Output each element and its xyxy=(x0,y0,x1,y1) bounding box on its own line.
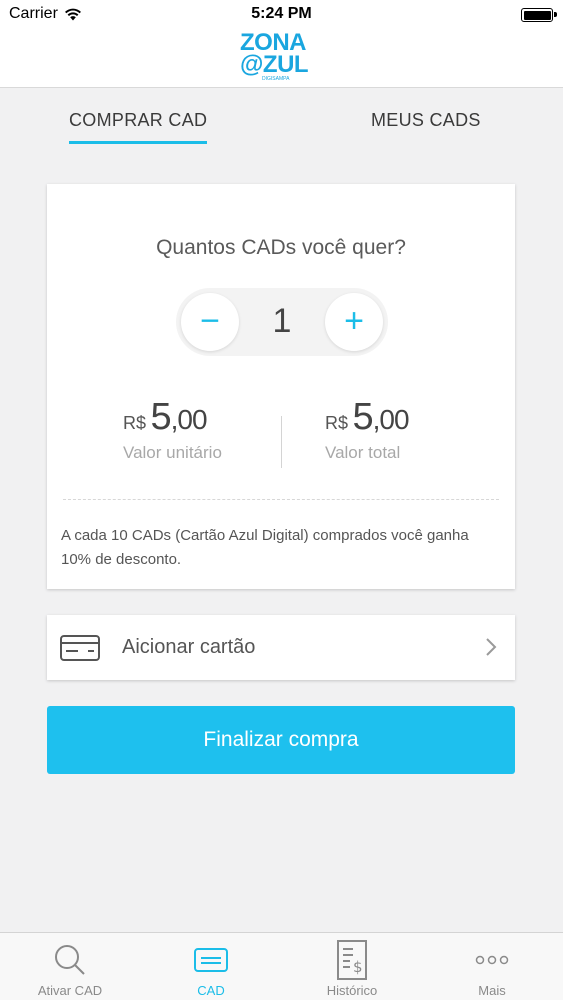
svg-text:$: $ xyxy=(353,958,363,976)
tabbar-item-mais[interactable]: Mais xyxy=(422,933,562,1000)
total-price-currency: R$ xyxy=(325,413,349,433)
unit-price-label: Valor unitário xyxy=(123,443,222,462)
zona-azul-logo: ZONA @ZUL DIGISAMPA xyxy=(240,30,324,84)
card-icon xyxy=(194,948,228,972)
finalize-purchase-button[interactable]: Finalizar compra xyxy=(47,706,515,774)
tab-comprar-cad[interactable]: COMPRAR CAD xyxy=(69,110,208,144)
price-divider xyxy=(281,416,282,468)
add-card-label: Aicionar cartão xyxy=(122,636,256,658)
tabbar-label-ativar-cad: Ativar CAD xyxy=(37,983,103,998)
chevron-right-icon xyxy=(486,638,497,656)
unit-price-integer: 5 xyxy=(150,396,171,438)
total-price-decimal: ,00 xyxy=(372,404,410,435)
unit-price: R$ 5,00 Valor unitário xyxy=(123,396,222,463)
quantity-question: Quantos CADs você quer? xyxy=(156,236,406,259)
tabbar-item-historico[interactable]: $ Histórico xyxy=(282,933,422,1000)
total-price: R$ 5,00 Valor total xyxy=(325,396,410,463)
total-price-integer: 5 xyxy=(352,396,373,438)
unit-price-currency: R$ xyxy=(123,413,147,433)
credit-card-icon xyxy=(60,635,100,661)
unit-price-decimal: ,00 xyxy=(170,404,208,435)
tab-meus-cads[interactable]: MEUS CADS xyxy=(371,110,481,131)
receipt-icon: $ xyxy=(337,940,367,980)
logo-line-2: @ZUL xyxy=(240,51,309,78)
add-card-button[interactable]: Aicionar cartão xyxy=(47,615,515,680)
top-tabs: COMPRAR CAD MEUS CADS xyxy=(0,88,563,158)
logo-tagline: DIGISAMPA xyxy=(262,76,290,82)
quantity-stepper: − 1 + xyxy=(176,288,388,356)
tabbar-label-mais: Mais xyxy=(478,983,506,998)
purchase-card: Quantos CADs você quer? − 1 + R$ 5,00 Va… xyxy=(47,184,515,589)
bottom-tab-bar: Ativar CAD CAD $ Histórico Mais xyxy=(0,932,563,1000)
more-icon xyxy=(475,955,509,965)
total-price-label: Valor total xyxy=(325,443,401,462)
discount-note: A cada 10 CADs (Cartão Azul Digital) com… xyxy=(61,527,469,568)
battery-icon xyxy=(521,8,557,22)
tabbar-item-ativar-cad[interactable]: Ativar CAD xyxy=(0,933,140,1000)
tabbar-label-cad: CAD xyxy=(197,983,225,998)
app-header: ZONA @ZUL DIGISAMPA xyxy=(0,28,563,88)
tabbar-label-historico: Histórico xyxy=(326,983,378,998)
increase-button[interactable]: + xyxy=(325,293,383,351)
tabbar-item-cad[interactable]: CAD xyxy=(141,933,281,1000)
dashed-divider xyxy=(63,499,499,500)
status-bar: Carrier 5:24 PM xyxy=(0,0,563,28)
status-time: 5:24 PM xyxy=(251,5,312,22)
search-icon xyxy=(55,945,85,975)
